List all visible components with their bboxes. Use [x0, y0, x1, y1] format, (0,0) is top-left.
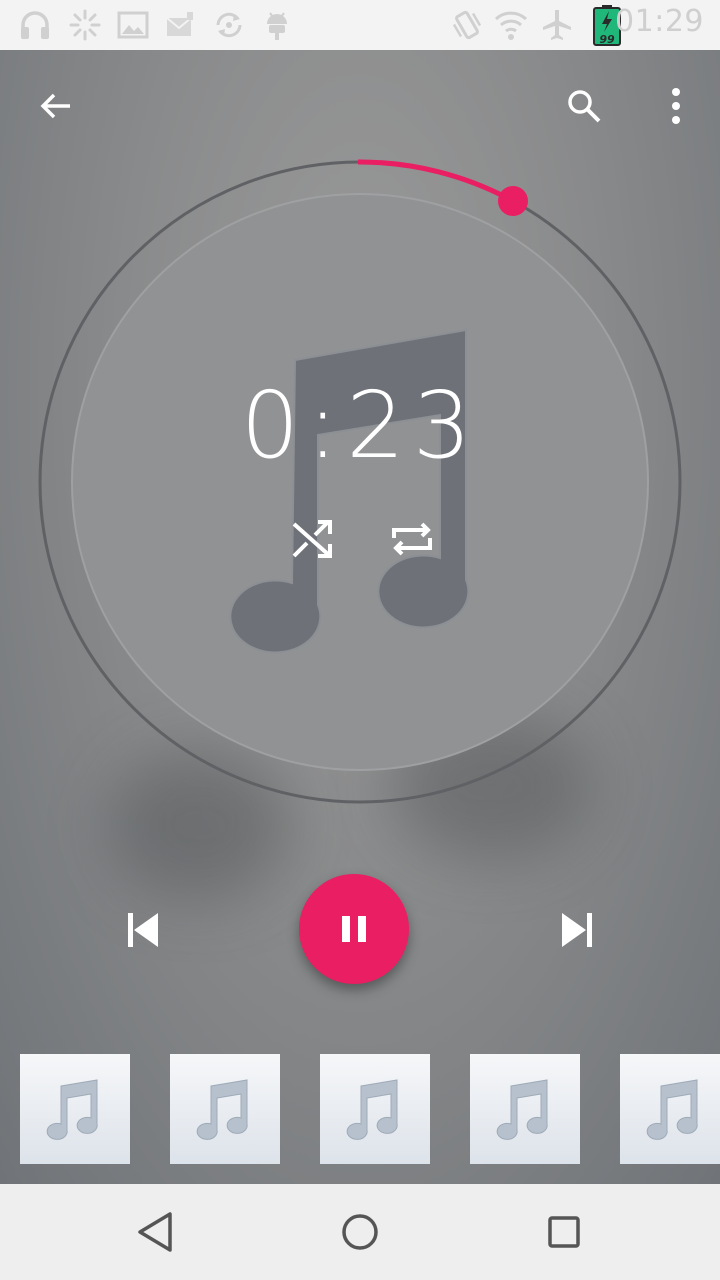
previous-button[interactable] [114, 902, 170, 958]
queue-thumbnail[interactable] [620, 1054, 720, 1164]
next-button[interactable] [550, 902, 606, 958]
repeat-button[interactable] [384, 510, 440, 566]
player-screen: 0:23 [0, 50, 720, 1184]
mail-icon [166, 12, 193, 36]
status-bar: 99 01:29 [0, 0, 720, 50]
skip-previous-icon [128, 913, 158, 947]
progress-dial[interactable] [0, 50, 720, 910]
shuffle-icon [292, 520, 332, 558]
progress-thumb[interactable] [498, 186, 528, 216]
elapsed-time: 0:23 [240, 372, 480, 479]
image-icon [117, 11, 149, 39]
clock: 01:29 [615, 4, 704, 39]
nav-home-icon [342, 1214, 378, 1250]
music-note-icon [346, 1079, 398, 1140]
repeat-icon [392, 522, 432, 556]
queue-thumbnail[interactable] [320, 1054, 430, 1164]
queue-list [0, 1054, 720, 1164]
wifi-icon [494, 11, 528, 40]
nav-home-button[interactable] [330, 1204, 390, 1260]
album-art-disc [72, 194, 648, 770]
music-note-icon [496, 1079, 548, 1140]
music-note-icon [196, 1079, 248, 1140]
nav-back-button[interactable] [126, 1204, 186, 1260]
android-icon [267, 12, 287, 40]
sync-icon [216, 12, 242, 38]
battery-level: 99 [599, 33, 615, 46]
skip-next-icon [562, 913, 592, 947]
music-note-icon [46, 1079, 98, 1140]
airplane-icon [543, 10, 571, 40]
loading-icon [69, 9, 101, 41]
headphones-icon [21, 11, 49, 39]
queue-thumbnail[interactable] [170, 1054, 280, 1164]
pause-button[interactable] [299, 874, 409, 984]
queue-thumbnail[interactable] [470, 1054, 580, 1164]
music-note-icon [646, 1079, 698, 1140]
nav-recents-icon [548, 1216, 580, 1248]
shuffle-button[interactable] [284, 510, 340, 566]
navigation-bar [0, 1184, 720, 1280]
pause-icon [342, 916, 366, 942]
queue-thumbnail[interactable] [20, 1054, 130, 1164]
vibrate-icon [452, 10, 482, 40]
nav-recents-button[interactable] [534, 1204, 594, 1260]
nav-back-icon [138, 1212, 172, 1252]
